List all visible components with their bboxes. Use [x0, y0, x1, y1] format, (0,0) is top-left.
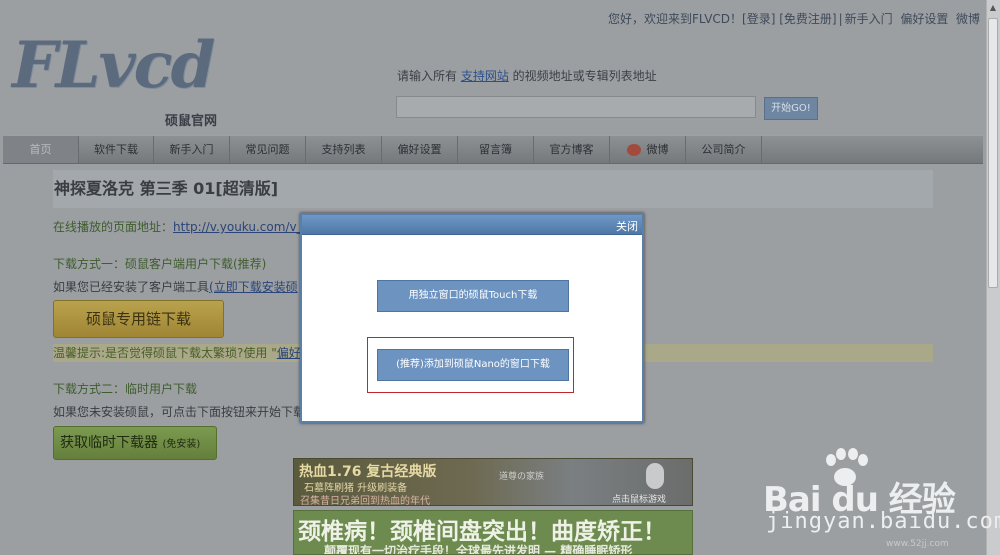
url-search-input[interactable]: [396, 96, 756, 118]
weibo-link[interactable]: 微博: [956, 12, 980, 26]
search-hint-after: 的视频地址或专辑列表地址: [508, 69, 657, 83]
nav-newbie[interactable]: 新手入门: [154, 136, 230, 163]
nav-software-download[interactable]: 软件下载: [79, 136, 154, 163]
logo-wordmark: FLvcd: [12, 28, 215, 103]
site-logo[interactable]: FLvcd 硕鼠官网: [10, 28, 240, 129]
dialog-close-button[interactable]: 关闭: [616, 218, 638, 234]
temp-downloader-label: 获取临时下载器: [60, 435, 158, 451]
nav-supported-list[interactable]: 支持列表: [306, 136, 382, 163]
ad1-subtitle2: 召集昔日兄弟回到热血的年代: [300, 496, 430, 507]
method1-desc: 如果您已经安装了客户端工具: [53, 280, 210, 294]
flvcd-dedicated-download-button[interactable]: 硕鼠专用链下载: [53, 300, 224, 338]
ad2-subtitle: 颠覆现有一切治疗手段！全球最先进发明 — 精确睡眠矫形: [324, 544, 633, 555]
install-client-link[interactable]: (立即下载安装硕: [209, 280, 298, 294]
highlight-annotation-box: [367, 337, 574, 393]
online-url-label: 在线播放的页面地址：: [53, 220, 174, 234]
nav-guestbook[interactable]: 留言簿: [458, 136, 534, 163]
nav-weibo-label: 微博: [646, 143, 669, 156]
logo-subtitle: 硕鼠官网: [165, 114, 218, 129]
ad1-title: 热血1.76 复古经典版: [299, 464, 437, 480]
watermark-domain: jingyan.baidu.com: [766, 509, 1000, 534]
top-separator: |: [838, 12, 843, 26]
touch-download-button[interactable]: 用独立窗口的硕鼠Touch下载: [377, 280, 569, 312]
supported-sites-link[interactable]: 支持网站: [461, 69, 509, 83]
mouse-icon: [646, 463, 664, 489]
video-title: 神探夏洛克 第三季 01[超清版]: [53, 170, 933, 208]
tip-text: 温馨提示:是否觉得硕鼠下载太繁琐?使用 ": [53, 346, 277, 360]
top-bar: 您好，欢迎来到FLVCD！[登录] [免费注册] | 新手入门 偏好设置 微博: [608, 10, 980, 27]
nav-faq[interactable]: 常见问题: [230, 136, 306, 163]
nav-prefs[interactable]: 偏好设置: [382, 136, 458, 163]
watermark-site: www.52jj.com: [886, 539, 949, 549]
weibo-icon: [626, 144, 641, 156]
scroll-thumb[interactable]: [988, 18, 998, 288]
game-ad-banner[interactable]: 热血1.76 复古经典版 石墓阵刷猪 升级刷装备 召集昔日兄弟回到热血的年代 道…: [293, 458, 693, 507]
search-hint: 请输入所有 支持网站 的视频地址或专辑列表地址: [397, 67, 657, 84]
online-url-link[interactable]: http://v.youku.com/v_sh: [173, 220, 316, 234]
tip-prefs-link[interactable]: 偏好: [277, 346, 301, 360]
temp-downloader-note: (免安装): [162, 439, 201, 450]
ad2-title: 颈椎病！颈椎间盘突出！曲度矫正！: [298, 519, 666, 545]
ad1-game-name: 道尊の家族: [499, 472, 545, 482]
nav-weibo[interactable]: 微博: [610, 136, 686, 163]
scroll-up-arrow-icon[interactable]: ▲: [988, 2, 998, 14]
temp-downloader-button[interactable]: 获取临时下载器 (免安装): [53, 426, 217, 460]
nav-about[interactable]: 公司简介: [686, 136, 762, 163]
login-link[interactable]: [登录]: [742, 12, 775, 26]
vertical-scrollbar[interactable]: ▲: [986, 0, 1000, 555]
search-hint-before: 请输入所有: [397, 69, 461, 83]
ad1-click-hint: 点击鼠标游戏: [612, 495, 667, 505]
newbie-link[interactable]: 新手入门: [845, 12, 893, 26]
nav-blog[interactable]: 官方博客: [534, 136, 610, 163]
health-ad-banner[interactable]: 颈椎病！颈椎间盘突出！曲度矫正！ 颠覆现有一切治疗手段！全球最先进发明 — 精确…: [293, 510, 693, 555]
main-nav: 首页 软件下载 新手入门 常见问题 支持列表 偏好设置 留言簿 官方博客 微博 …: [3, 135, 983, 164]
prefs-link[interactable]: 偏好设置: [900, 12, 948, 26]
register-link[interactable]: [免费注册]: [779, 12, 836, 26]
start-button[interactable]: 开始GO!: [764, 97, 818, 120]
greeting-text: 您好，欢迎来到FLVCD！: [607, 12, 743, 26]
nav-home[interactable]: 首页: [3, 136, 79, 163]
dialog-header: 关闭: [302, 215, 642, 235]
